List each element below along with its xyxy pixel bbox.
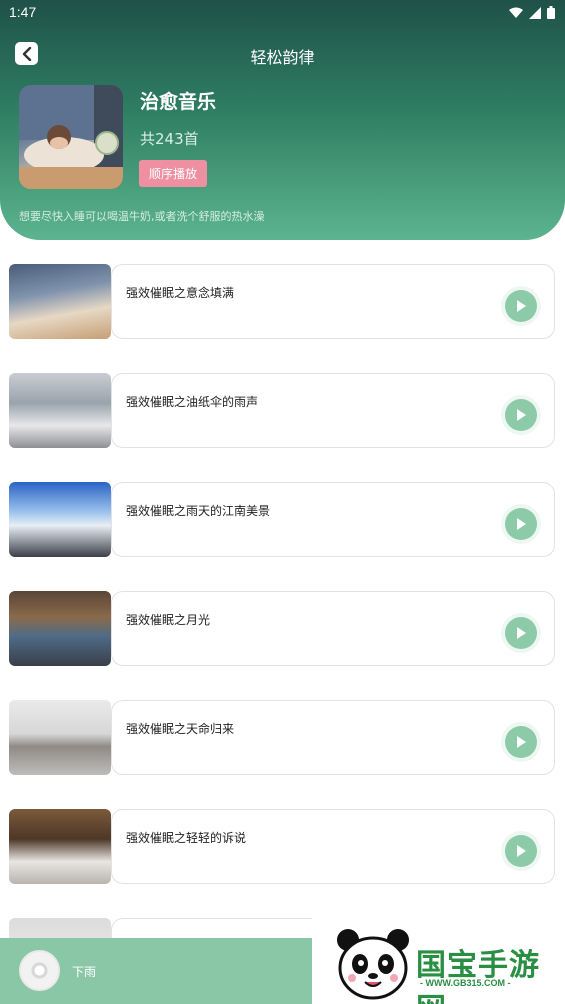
track-thumbnail [9,482,111,557]
signal-icon [529,4,541,23]
now-playing-title: 下雨 [72,965,97,979]
track-title: 强效催眠之油纸伞的雨声 [126,395,259,409]
track-count: 共243首 [140,130,199,148]
track-title: 强效催眠之雨天的江南美景 [126,504,271,518]
track-card[interactable]: 强效催眠之天命归来 [111,700,555,775]
watermark: 国宝手游网 - WWW.GB315.COM - [312,910,565,1004]
play-button[interactable] [505,726,537,758]
status-icons [509,4,555,23]
play-button[interactable] [505,835,537,867]
track-title: 强效催眠之轻轻的诉说 [126,831,247,845]
watermark-brand: 国宝手游网 [416,948,540,1004]
play-button[interactable] [505,508,537,540]
play-button[interactable] [505,399,537,431]
battery-icon [547,4,555,23]
panda-logo-icon [337,929,409,1000]
mini-player[interactable]: 下雨 [0,938,312,1004]
track-title: 强效催眠之意念填满 [126,286,235,300]
list-item[interactable]: 强效催眠之轻轻的诉说 [0,809,565,884]
track-card[interactable]: 强效催眠之意念填满 [111,264,555,339]
play-icon [517,518,526,530]
track-card[interactable]: 强效催眠之轻轻的诉说 [111,809,555,884]
list-item[interactable]: 强效催眠之油纸伞的雨声 [0,373,565,448]
sequential-play-button[interactable]: 顺序播放 [139,160,207,187]
play-icon [517,300,526,312]
play-button[interactable] [505,290,537,322]
album-description: 想要尽快入睡可以喝温牛奶,或者洗个舒服的热水澡 [19,210,265,223]
status-bar: 1:47 [0,0,565,24]
status-time: 1:47 [9,4,37,20]
track-thumbnail [9,591,111,666]
play-icon [517,409,526,421]
list-item[interactable]: 强效催眠之天命归来 [0,700,565,775]
play-icon [517,736,526,748]
wifi-icon [509,4,523,23]
list-item[interactable]: 强效催眠之月光 [0,591,565,666]
track-thumbnail [9,700,111,775]
play-icon [517,845,526,857]
track-card[interactable]: 强效催眠之油纸伞的雨声 [111,373,555,448]
album-cover-image [19,85,123,189]
track-thumbnail [9,264,111,339]
album-header: 1:47 轻松韵律 治愈音乐 共243首 顺序播放 想要尽快入睡可以喝温牛奶,或… [0,0,565,240]
track-card[interactable]: 强效催眠之月光 [111,591,555,666]
list-item[interactable]: 强效催眠之雨天的江南美景 [0,482,565,557]
page-title: 轻松韵律 [250,48,315,67]
track-title: 强效催眠之月光 [126,613,211,627]
track-card[interactable]: 强效催眠之雨天的江南美景 [111,482,555,557]
album-title: 治愈音乐 [140,91,217,113]
track-thumbnail [9,373,111,448]
track-title: 强效催眠之天命归来 [126,722,235,736]
list-item[interactable]: 强效催眠之意念填满 [0,264,565,339]
track-thumbnail [9,809,111,884]
play-icon [517,627,526,639]
watermark-url: - WWW.GB315.COM - [420,978,511,988]
disc-icon [19,950,60,991]
play-button[interactable] [505,617,537,649]
